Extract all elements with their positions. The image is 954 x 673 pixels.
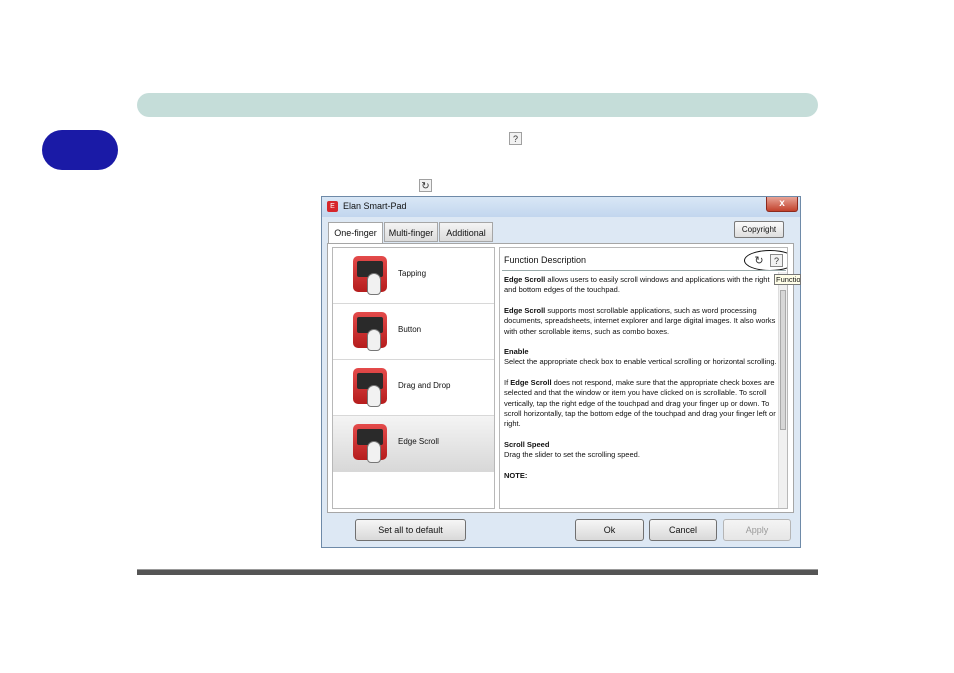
tab-panel: Tapping Button Drag and Drop Edge Scroll… xyxy=(327,243,794,513)
function-label: Tapping xyxy=(398,269,427,278)
help-icon: ? xyxy=(509,132,522,145)
tab-multi-finger[interactable]: Multi-finger xyxy=(384,222,438,242)
edge-scroll-icon xyxy=(353,424,387,463)
refresh-icon: ↻ xyxy=(419,179,432,192)
function-description-pane: Function Description ↻ ? Edge Scroll all… xyxy=(499,247,788,509)
button-icon xyxy=(353,312,387,351)
cancel-button[interactable]: Cancel xyxy=(649,519,717,541)
function-item-edge-scroll[interactable]: Edge Scroll xyxy=(333,416,494,472)
function-list: Tapping Button Drag and Drop Edge Scroll xyxy=(332,247,495,509)
divider xyxy=(502,270,786,271)
function-item-button[interactable]: Button xyxy=(333,304,494,360)
chapter-tab xyxy=(42,130,118,170)
elan-smart-pad-window: E Elan Smart-Pad x One-finger Multi-fing… xyxy=(321,196,801,548)
bottom-rule xyxy=(137,569,818,575)
title-bar: E Elan Smart-Pad x xyxy=(322,197,800,217)
tab-one-finger[interactable]: One-finger xyxy=(328,222,383,244)
description-scrollbar[interactable] xyxy=(778,272,787,508)
function-label: Drag and Drop xyxy=(398,381,451,390)
ok-button[interactable]: Ok xyxy=(575,519,644,541)
close-button[interactable]: x xyxy=(766,197,798,212)
drag-and-drop-icon xyxy=(353,368,387,407)
function-item-tapping[interactable]: Tapping xyxy=(333,248,494,304)
help-tooltip: Function xyxy=(774,274,801,285)
set-all-to-default-button[interactable]: Set all to default xyxy=(355,519,466,541)
window-title: Elan Smart-Pad xyxy=(343,201,407,211)
tapping-icon xyxy=(353,256,387,295)
function-label: Edge Scroll xyxy=(398,437,439,446)
tab-additional[interactable]: Additional xyxy=(439,222,493,242)
function-item-drag-and-drop[interactable]: Drag and Drop xyxy=(333,360,494,416)
highlight-oval xyxy=(744,250,787,271)
app-logo-icon: E xyxy=(327,201,338,212)
copyright-button[interactable]: Copyright xyxy=(734,221,784,238)
description-text: Edge Scroll allows users to easily scrol… xyxy=(504,275,777,480)
scroll-thumb[interactable] xyxy=(780,290,786,430)
description-header: Function Description xyxy=(504,255,587,265)
apply-button[interactable]: Apply xyxy=(723,519,791,541)
page-header-bar xyxy=(137,93,818,117)
function-label: Button xyxy=(398,325,422,334)
